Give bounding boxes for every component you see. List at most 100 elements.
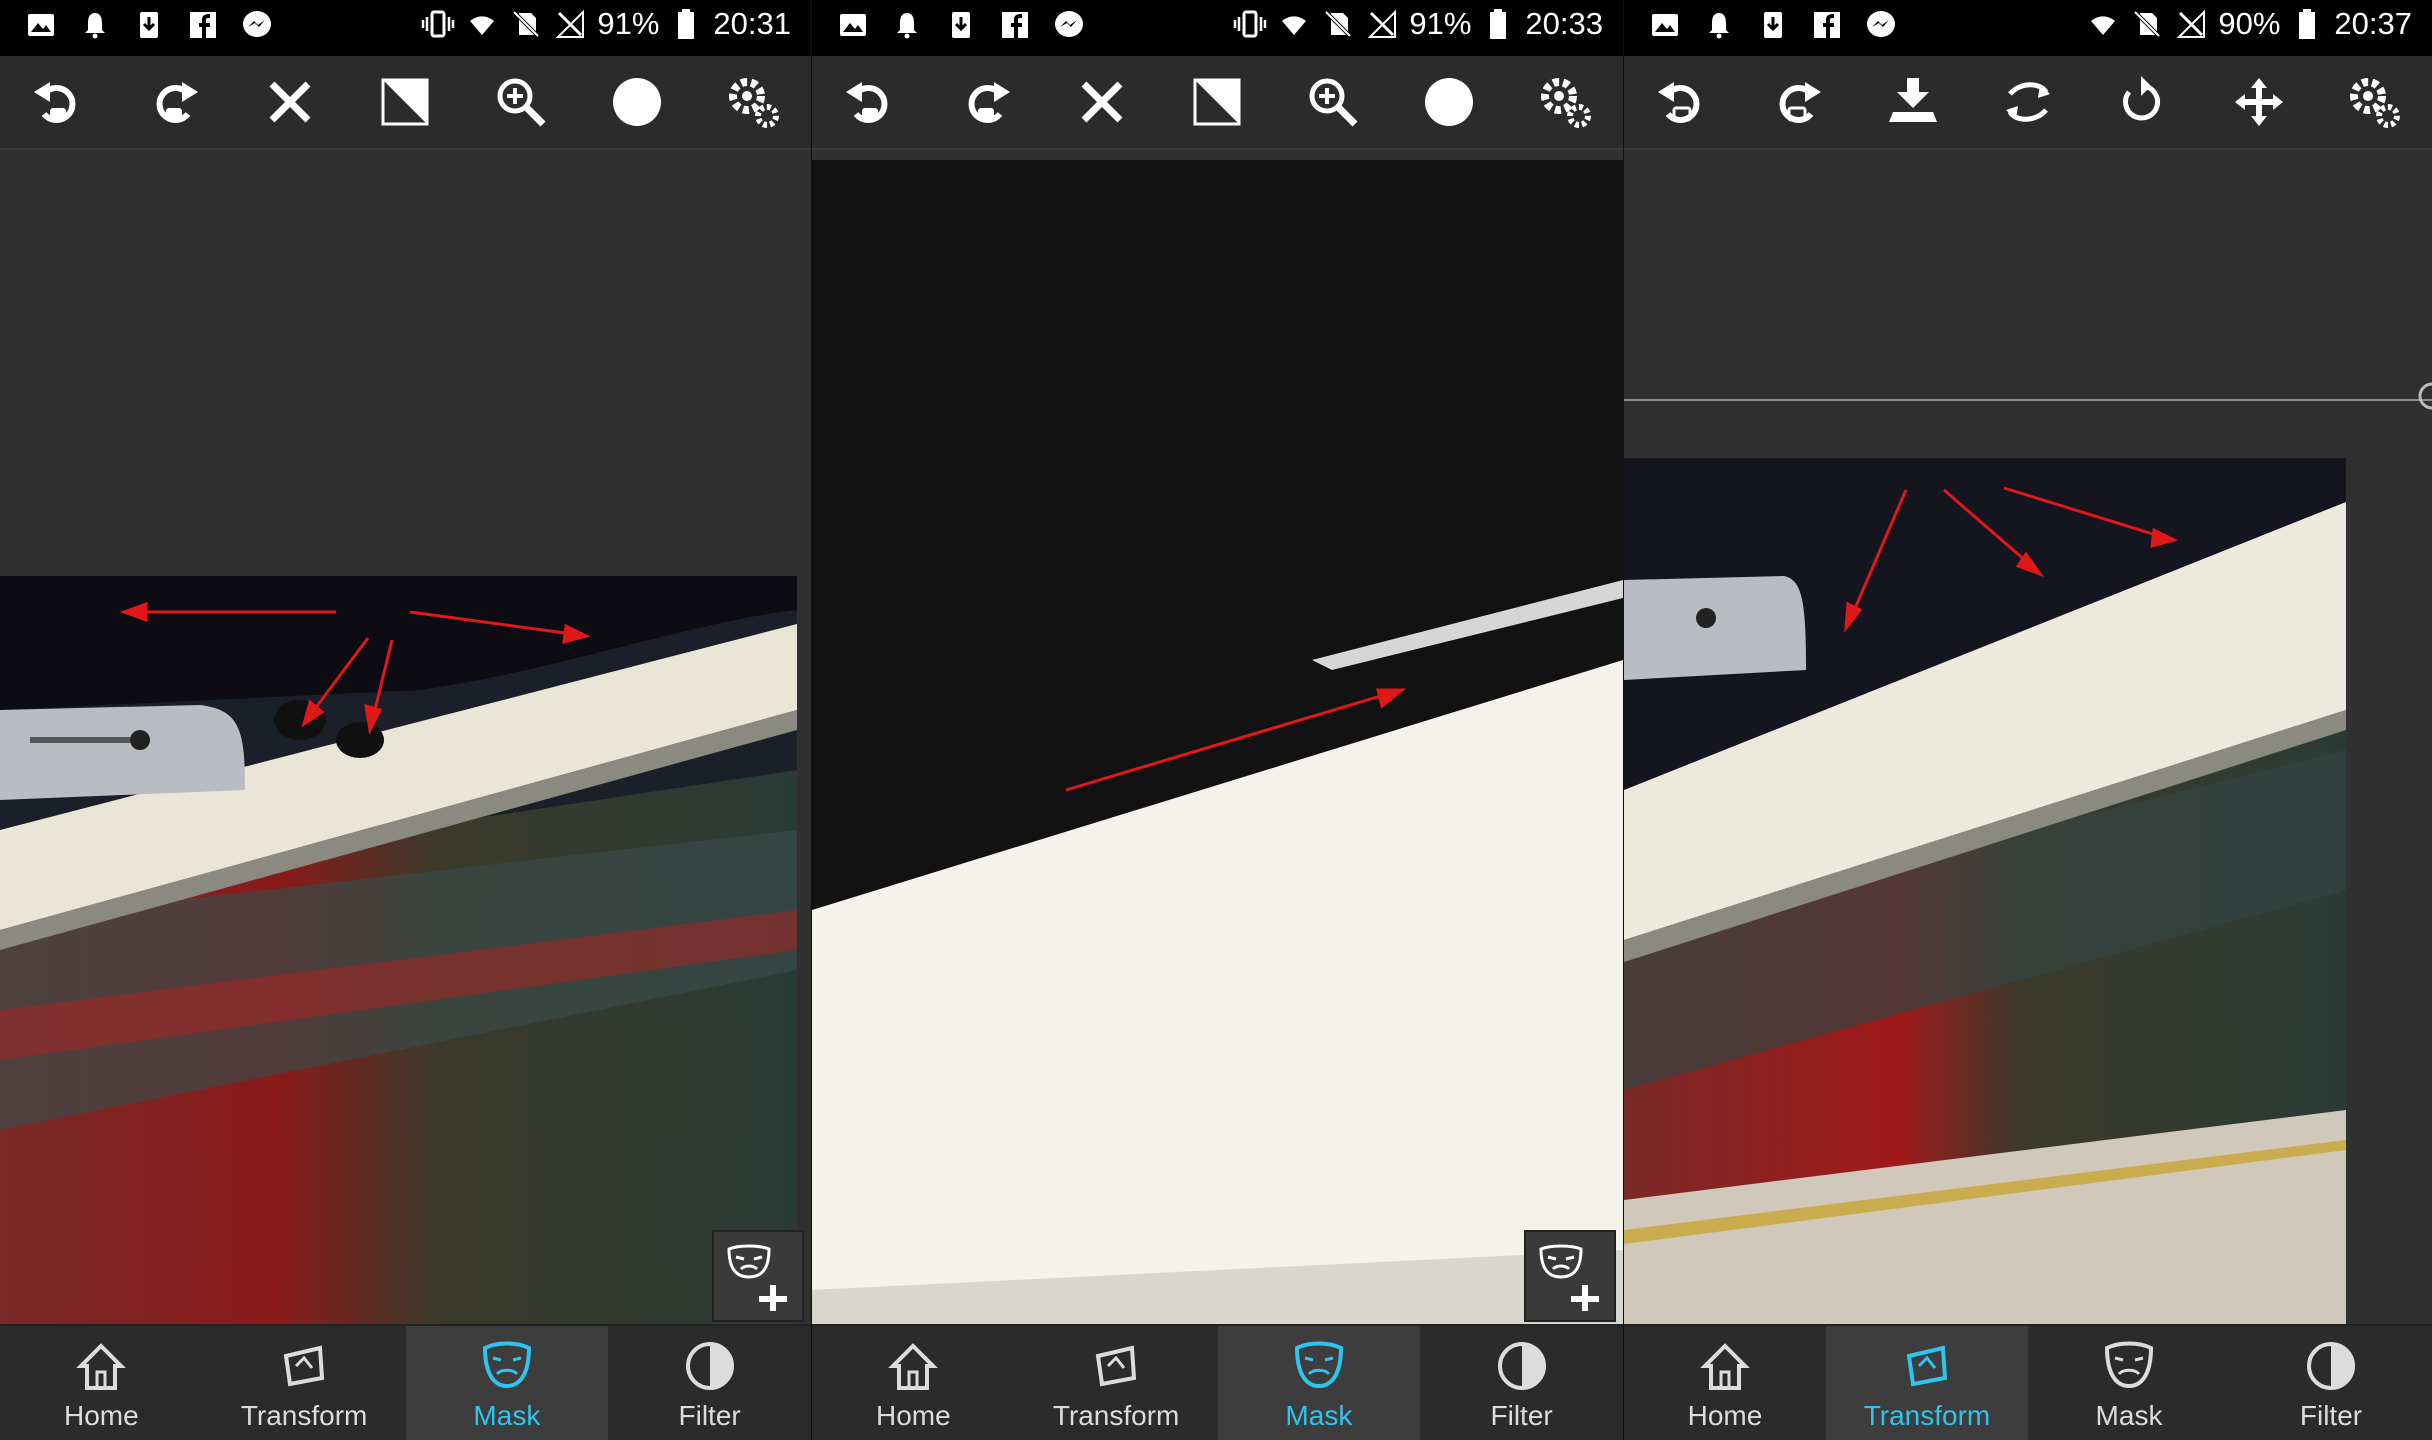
image-canvas[interactable]: [1624, 150, 2432, 1324]
bottom-nav: Home Transform Mask Filter: [812, 1324, 1623, 1440]
rotate-handle: [2418, 382, 2432, 410]
battery-percent: 90%: [2218, 6, 2281, 41]
tab-mask[interactable]: Mask: [1217, 1326, 1421, 1440]
transform-icon: [1906, 1345, 1948, 1387]
no-sim-icon: [509, 7, 543, 41]
photo-preview-transform: [1624, 382, 2432, 1324]
download-icon: [1756, 8, 1790, 42]
add-mask-button[interactable]: [1524, 1230, 1616, 1322]
mask-icon: [1294, 1341, 1343, 1389]
photo-preview-zoomed: [812, 160, 1623, 1324]
battery-icon: [2290, 7, 2324, 41]
undo-icon[interactable]: [835, 67, 905, 137]
messenger-icon: [1052, 8, 1086, 42]
battery-icon: [669, 7, 703, 41]
notification-bell-icon: [1702, 8, 1736, 42]
download-icon: [132, 8, 166, 42]
signal-off-icon: [1365, 7, 1399, 41]
wifi-icon: [2086, 7, 2120, 41]
vibrate-icon: [421, 7, 455, 41]
screen-panel-1: 91% 20:31 Home Transform Mask Filter: [0, 0, 811, 1440]
tab-filter[interactable]: Filter: [1420, 1326, 1623, 1440]
tab-label: Mask: [2095, 1400, 2163, 1431]
tab-mask[interactable]: Mask: [2028, 1326, 2230, 1440]
undo-icon[interactable]: [1647, 67, 1717, 137]
screen-panel-2: 91% 20:33 Home Transform Mask Filter: [812, 0, 1623, 1440]
settings-icon[interactable]: [2339, 67, 2409, 137]
tab-label: Home: [64, 1400, 139, 1431]
messenger-icon: [240, 8, 274, 42]
flip-icon[interactable]: [1993, 67, 2063, 137]
settings-icon[interactable]: [718, 67, 788, 137]
home-icon: [888, 1343, 939, 1390]
home-icon: [76, 1343, 127, 1390]
no-sim-icon: [1321, 7, 1355, 41]
redo-icon[interactable]: [1762, 67, 1832, 137]
tab-filter[interactable]: Filter: [2230, 1326, 2432, 1440]
image-canvas[interactable]: [812, 150, 1623, 1324]
tab-label: Filter: [1490, 1400, 1553, 1431]
battery-percent: 91%: [1409, 6, 1472, 41]
gallery-icon: [1648, 8, 1682, 42]
tab-home[interactable]: Home: [1624, 1326, 1826, 1440]
undo-icon[interactable]: [23, 67, 93, 137]
zoom-in-icon[interactable]: [1298, 67, 1368, 137]
zoom-in-icon[interactable]: [486, 67, 556, 137]
rotate-icon[interactable]: [2108, 67, 2178, 137]
tab-filter[interactable]: Filter: [608, 1326, 811, 1440]
mask-toolbar: [0, 56, 811, 150]
transform-toolbar: [1624, 56, 2432, 150]
clock: 20:33: [1525, 6, 1603, 41]
tab-transform[interactable]: Transform: [203, 1326, 406, 1440]
tab-label: Mask: [473, 1400, 541, 1431]
close-icon[interactable]: [1067, 67, 1137, 137]
no-sim-icon: [2130, 7, 2164, 41]
add-mask-button[interactable]: [712, 1230, 804, 1322]
gallery-icon: [836, 8, 870, 42]
download-icon: [944, 8, 978, 42]
tab-home[interactable]: Home: [812, 1326, 1015, 1440]
clock: 20:37: [2334, 6, 2412, 41]
redo-icon[interactable]: [139, 67, 209, 137]
status-bar: 90% 20:37: [1624, 0, 2432, 56]
filter-icon: [1497, 1342, 1546, 1390]
mask-toolbar: [812, 56, 1623, 150]
facebook-icon: [1810, 8, 1844, 42]
bottom-nav: Home Transform Mask Filter: [1624, 1324, 2432, 1440]
transform-icon: [283, 1345, 325, 1387]
home-icon: [1700, 1343, 1750, 1390]
status-bar: 91% 20:31: [0, 0, 811, 56]
tab-transform[interactable]: Transform: [1015, 1326, 1218, 1440]
clock: 20:31: [713, 6, 791, 41]
tab-label: Transform: [240, 1400, 368, 1431]
image-canvas[interactable]: [0, 150, 811, 1324]
transform-icon: [1095, 1345, 1137, 1387]
gallery-icon: [24, 8, 58, 42]
tab-label: Filter: [678, 1400, 741, 1431]
mask-icon: [2104, 1341, 2154, 1389]
import-icon[interactable]: [1878, 67, 1948, 137]
tab-mask[interactable]: Mask: [405, 1326, 609, 1440]
battery-percent: 91%: [597, 6, 660, 41]
filter-icon: [685, 1342, 734, 1390]
signal-off-icon: [553, 7, 587, 41]
screen-panel-3: 90% 20:37 Home Transform Mask Filter: [1624, 0, 2432, 1440]
redo-icon[interactable]: [951, 67, 1021, 137]
tab-label: Filter: [2299, 1400, 2363, 1431]
mask-icon: [482, 1341, 531, 1389]
invert-icon[interactable]: [370, 67, 440, 137]
brush-icon[interactable]: [602, 67, 672, 137]
wifi-icon: [465, 7, 499, 41]
close-icon[interactable]: [255, 67, 325, 137]
tab-label: Transform: [1052, 1400, 1180, 1431]
tab-label: Home: [1687, 1400, 1763, 1431]
messenger-icon: [1864, 8, 1898, 42]
tab-home[interactable]: Home: [0, 1326, 203, 1440]
settings-icon[interactable]: [1530, 67, 1600, 137]
invert-icon[interactable]: [1182, 67, 1252, 137]
vibrate-icon: [1233, 7, 1267, 41]
tab-transform[interactable]: Transform: [1826, 1326, 2028, 1440]
brush-icon[interactable]: [1414, 67, 1484, 137]
tab-label: Mask: [1285, 1400, 1353, 1431]
move-icon[interactable]: [2224, 67, 2294, 137]
